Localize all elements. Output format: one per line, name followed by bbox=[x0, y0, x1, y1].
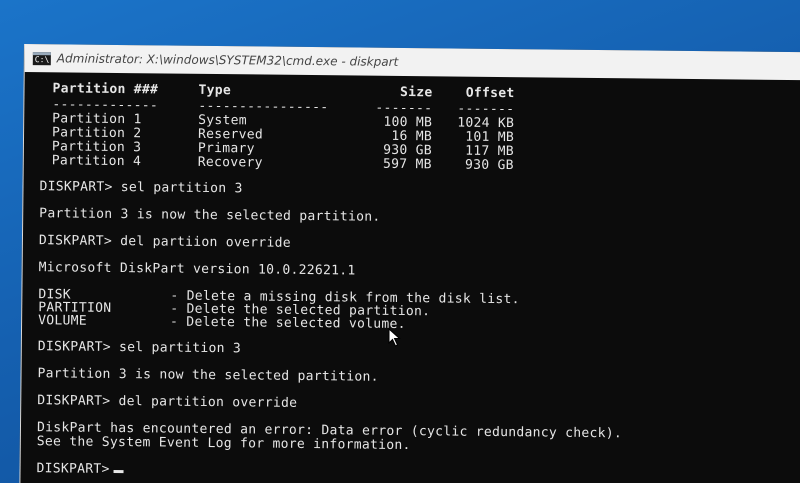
option-desc: - Delete the selected volume. bbox=[170, 314, 406, 333]
delete-options-list: DISK - Delete a missing disk from the di… bbox=[38, 287, 800, 335]
console-output[interactable]: Partition ### Type Size Offset ---------… bbox=[20, 72, 800, 483]
table-cell: 597 MB bbox=[382, 156, 432, 173]
cmd-icon: C:\ bbox=[32, 51, 51, 65]
table-cell: Partition 4 bbox=[51, 153, 142, 170]
partition-table: Partition ### Type Size Offset ---------… bbox=[51, 81, 800, 176]
option-key: VOLUME bbox=[38, 313, 87, 329]
cmd-window[interactable]: C:\ Administrator: X:\windows\SYSTEM32\c… bbox=[19, 44, 800, 483]
table-cell: 930 GB bbox=[464, 157, 514, 174]
text-cursor bbox=[113, 469, 124, 474]
prompt-text: DISKPART> bbox=[36, 461, 110, 477]
table-cell: Recovery bbox=[197, 154, 263, 171]
window-title: Administrator: X:\windows\SYSTEM32\cmd.e… bbox=[56, 51, 399, 69]
col-header-offset: Offset bbox=[465, 85, 515, 102]
